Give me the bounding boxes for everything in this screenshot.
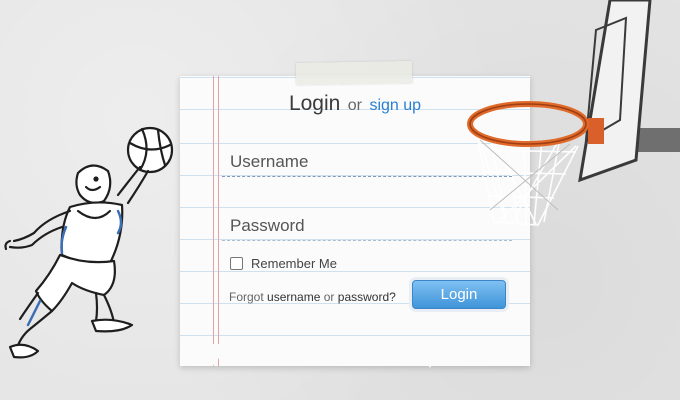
tape-icon [295, 60, 413, 86]
forgot-credentials: Forgot username or password? [229, 290, 396, 304]
login-button[interactable]: Login [412, 280, 506, 309]
margin-line [218, 76, 219, 366]
basketball-hoop-icon [467, 0, 680, 226]
or-text: or [347, 97, 363, 114]
forgot-prefix: Forgot [229, 290, 264, 304]
remember-me-row[interactable]: Remember Me [230, 256, 337, 271]
basketball-player-icon [4, 126, 174, 359]
password-input[interactable] [222, 211, 512, 241]
margin-line [213, 76, 214, 366]
remember-label: Remember Me [251, 256, 337, 271]
login-header: Login or sign up [180, 92, 530, 116]
forgot-username-link[interactable]: username [267, 290, 320, 304]
page-title: Login [288, 92, 341, 115]
torn-edge [180, 344, 530, 368]
remember-checkbox[interactable] [230, 257, 243, 270]
forgot-password-link[interactable]: password? [338, 290, 396, 304]
username-input[interactable] [222, 147, 512, 177]
signup-link[interactable]: sign up [369, 97, 421, 114]
forgot-or: or [323, 290, 335, 304]
